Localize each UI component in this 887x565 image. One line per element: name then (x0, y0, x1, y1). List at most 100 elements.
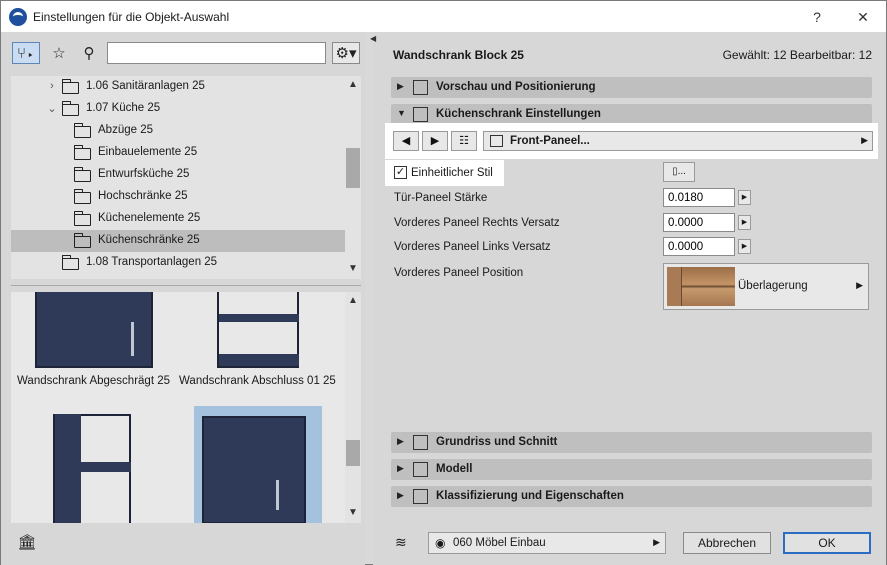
model-cube-icon (413, 462, 428, 477)
thumbnail-label: Wandschrank Abschluss 01 25 (179, 375, 336, 387)
tree-item-label: 1.08 Transportanlagen 25 (86, 256, 218, 268)
uniform-style-options-button[interactable]: ▯... (663, 162, 695, 182)
panel-icon (490, 135, 503, 147)
tree-item[interactable]: Abzüge 25 (11, 120, 345, 142)
thumbnails-scrollbar[interactable]: ▲ ▼ (345, 292, 361, 523)
library-building-icon: 🏛 (17, 534, 37, 551)
folder-icon (61, 101, 79, 116)
panel-splitter[interactable] (11, 282, 361, 290)
section-title: Küchenschrank Einstellungen (436, 108, 601, 120)
collapse-left-icon[interactable]: ◀ (370, 34, 376, 43)
section-model[interactable]: ▶ Modell (391, 459, 872, 480)
section-title: Vorschau und Positionierung (436, 81, 596, 93)
scroll-down-icon[interactable]: ▼ (345, 506, 361, 520)
folder-icon (61, 79, 79, 94)
door-thickness-menu-button[interactable]: ▶ (738, 190, 751, 205)
scroll-up-icon[interactable]: ▲ (345, 294, 361, 308)
tree-item[interactable]: Hochschränke 25 (11, 186, 345, 208)
layer-stack-icon: ≋ (395, 534, 407, 550)
expand-icon: ▶ (397, 463, 404, 473)
preview-positioning-icon (413, 80, 428, 95)
tree-item[interactable]: 1.08 Transportanlagen 25 (11, 252, 345, 274)
folder-icon (73, 233, 91, 248)
library-view-button[interactable]: ⑂▸ (12, 42, 40, 64)
ok-button[interactable]: OK (783, 532, 871, 554)
chevron-down-icon[interactable]: ⌄ (47, 102, 57, 115)
right-offset-input[interactable] (663, 213, 735, 232)
right-offset-menu-button[interactable]: ▶ (738, 215, 751, 230)
panel-position-value: Überlagerung (738, 280, 808, 292)
settings-menu-button[interactable]: ⚙▾ (332, 42, 360, 64)
scroll-down-icon[interactable]: ▼ (345, 262, 361, 276)
settings-panel: ◀ Wandschrank Block 25 Gewählt: 12 Bearb… (370, 32, 886, 565)
folder-icon (73, 123, 91, 138)
selection-info: Gewählt: 12 Bearbeitbar: 12 (722, 48, 872, 62)
panel-position-dropdown[interactable]: Überlagerung ▶ (663, 263, 869, 310)
help-button[interactable]: ? (806, 7, 828, 27)
wood-overlay-preview-icon (667, 267, 735, 306)
folder-icon (61, 255, 79, 270)
scroll-up-icon[interactable]: ▲ (345, 78, 361, 92)
tree-item[interactable]: Küchenelemente 25 (11, 208, 345, 230)
favorites-button[interactable]: ☆ (45, 42, 73, 64)
prev-page-button[interactable]: ◀ (393, 131, 419, 151)
expand-icon: ▶ (397, 436, 404, 446)
thumbnail-1[interactable]: Wandschrank Abschluss 01 25 (179, 292, 345, 400)
library-panel: ⑂▸ ☆ ⚲ ⚙▾ › 1.06 Sanitäranlagen 25 ⌄ 1.07 K… (1, 32, 365, 565)
tree-item-label: Abzüge 25 (98, 124, 153, 136)
expand-icon: ▶ (397, 81, 404, 91)
close-button[interactable]: ✕ (852, 7, 874, 27)
cancel-button[interactable]: Abbrechen (683, 532, 771, 554)
page-selector-dropdown[interactable]: Front-Paneel... ▶ (483, 131, 873, 151)
archicad-logo-icon (9, 8, 27, 26)
left-offset-input[interactable] (663, 237, 735, 256)
tree-item[interactable]: ⌄ 1.07 Küche 25 (11, 98, 345, 120)
object-name: Wandschrank Block 25 (393, 48, 524, 62)
thumbnails-scroll-thumb[interactable] (346, 440, 360, 466)
section-cabinet-settings[interactable]: ▼ Küchenschrank Einstellungen (391, 104, 872, 125)
page-navigation: ◀ ▶ ☷ Front-Paneel... ▶ (385, 123, 878, 159)
layer-dropdown[interactable]: ◉ 060 Möbel Einbau ▶ (428, 532, 666, 554)
prop-label-right-offset: Vorderes Paneel Rechts Versatz (394, 217, 560, 229)
search-button[interactable]: ⚲ (75, 42, 103, 64)
door-thickness-input[interactable] (663, 188, 735, 207)
thumbnail-3-selected[interactable] (194, 406, 322, 523)
tree-item[interactable]: Einbauelemente 25 (11, 142, 345, 164)
collapse-icon: ▼ (397, 108, 406, 118)
settings-dialog: Einstellungen für die Objekt-Auswahl ? ✕… (0, 0, 887, 565)
window-title: Einstellungen für die Objekt-Auswahl (33, 10, 230, 24)
left-offset-menu-button[interactable]: ▶ (738, 239, 751, 254)
title-bar: Einstellungen für die Objekt-Auswahl ? ✕ (1, 1, 886, 32)
section-floorplan[interactable]: ▶ Grundriss und Schnitt (391, 432, 872, 453)
thumbnail-2[interactable] (11, 406, 181, 523)
search-input[interactable] (107, 42, 326, 64)
tree-item[interactable]: Küchenschränke 25 (11, 230, 345, 252)
tree-scroll-thumb[interactable] (346, 148, 360, 188)
layer-value: 060 Möbel Einbau (453, 537, 546, 549)
ellipsis-label: ... (677, 166, 686, 177)
folder-icon (73, 211, 91, 226)
tree-item-label: Hochschränke 25 (98, 190, 188, 202)
tree-scrollbar[interactable]: ▲ ▼ (345, 76, 361, 279)
thumbnail-label: Wandschrank Abgeschrägt 25 (17, 375, 170, 387)
folder-icon (73, 145, 91, 160)
object-library-icon: ⑂▸ (16, 44, 35, 62)
page-list-button[interactable]: ☷ (451, 131, 477, 151)
eye-icon: ◉ (435, 536, 446, 550)
next-page-button[interactable]: ▶ (422, 131, 448, 151)
section-title: Grundriss und Schnitt (436, 436, 558, 448)
section-classification[interactable]: ▶ Klassifizierung und Eigenschaften (391, 486, 872, 507)
chevron-right-icon: ▶ (861, 135, 868, 145)
object-thumbnails: Wandschrank Abgeschrägt 25 Wandschrank A… (11, 292, 361, 523)
prop-label-position: Vorderes Paneel Position (394, 267, 524, 279)
gear-icon: ⚙▾ (335, 45, 357, 62)
tree-item[interactable]: › 1.06 Sanitäranlagen 25 (11, 76, 345, 98)
section-preview[interactable]: ▶ Vorschau und Positionierung (391, 77, 872, 98)
chevron-right-icon[interactable]: › (47, 80, 57, 92)
library-manager-button[interactable]: 🏛 (13, 530, 41, 554)
thumbnail-0[interactable]: Wandschrank Abgeschrägt 25 (11, 292, 181, 400)
tree-item[interactable]: Entwurfsküche 25 (11, 164, 345, 186)
section-title: Klassifizierung und Eigenschaften (436, 490, 624, 502)
uniform-style-checkbox[interactable]: ✓ (394, 166, 407, 179)
prop-label-door-thickness: Tür-Paneel Stärke (394, 192, 488, 204)
